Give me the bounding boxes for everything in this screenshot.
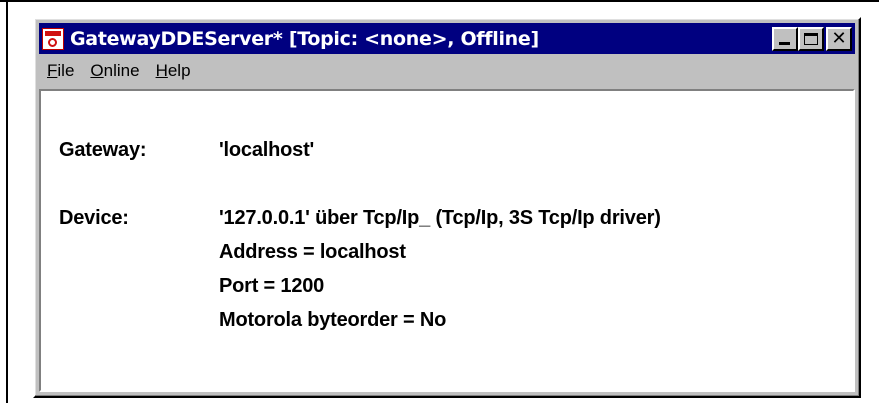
menu-help-accel: H	[155, 61, 168, 80]
menu-online[interactable]: Online	[90, 61, 139, 81]
title-bar[interactable]: GatewayDDEServer* [Topic: <none>, Offlin…	[39, 23, 855, 54]
frame-top-line	[0, 0, 879, 2]
close-icon: ✕	[831, 27, 847, 49]
app-window-icon[interactable]	[42, 27, 64, 50]
device-line: Motorola byteorder = No	[219, 309, 447, 331]
status-panel: Gateway: 'localhost' Device: '127.0.0.1'…	[39, 89, 855, 392]
menu-file-label: ile	[57, 61, 75, 80]
menu-file-accel: F	[47, 61, 58, 80]
device-line: Port = 1200	[219, 275, 325, 297]
device-label: Device:	[59, 207, 129, 229]
window-title: GatewayDDEServer* [Topic: <none>, Offlin…	[70, 27, 539, 50]
maximize-button[interactable]	[798, 26, 824, 51]
menu-online-accel: O	[90, 61, 104, 80]
device-line: Address = localhost	[219, 241, 406, 263]
gateway-label: Gateway:	[59, 139, 147, 161]
window-controls: ✕	[772, 26, 852, 51]
menu-online-label: nline	[103, 61, 140, 80]
frame-left-line	[6, 0, 8, 403]
minimize-icon	[779, 41, 790, 45]
menu-help-label: elp	[167, 61, 191, 80]
menu-help[interactable]: Help	[156, 61, 191, 81]
menu-file[interactable]: File	[47, 61, 74, 81]
maximize-icon	[804, 32, 818, 45]
gateway-value: 'localhost'	[219, 139, 315, 161]
app-window: GatewayDDEServer* [Topic: <none>, Offlin…	[33, 17, 861, 398]
close-button[interactable]: ✕	[826, 26, 852, 51]
minimize-button[interactable]	[772, 26, 798, 51]
menu-bar: File Online Help	[39, 57, 855, 85]
device-line: '127.0.0.1' über Tcp/Ip_ (Tcp/Ip, 3S Tcp…	[219, 207, 661, 229]
